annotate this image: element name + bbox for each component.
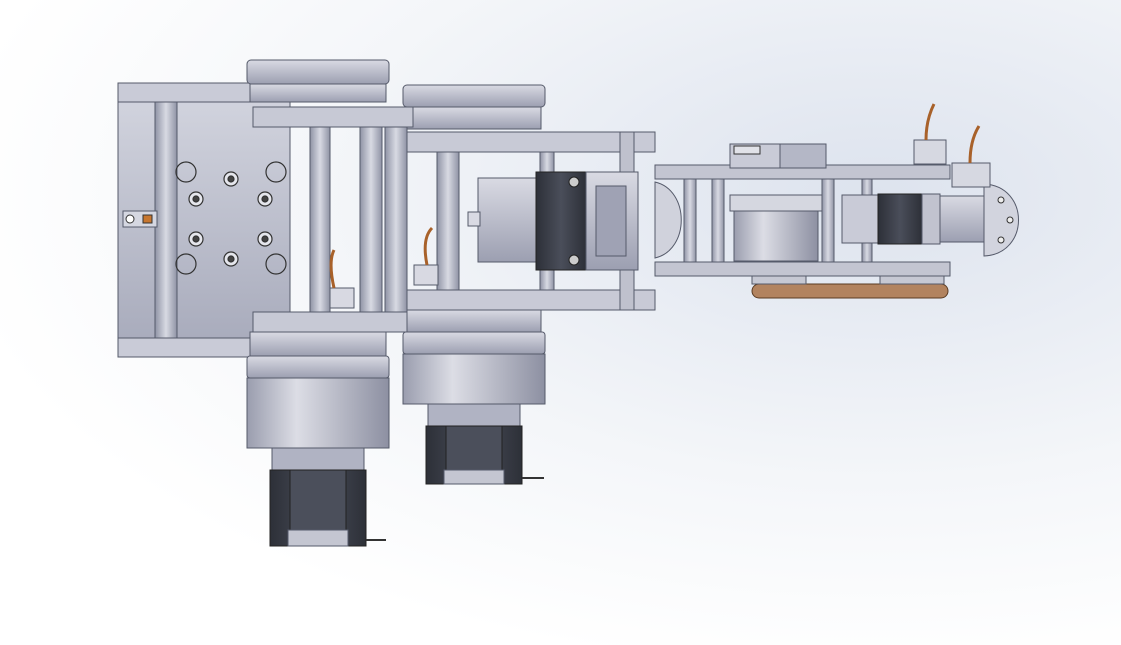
robot-arm-model[interactable] — [0, 0, 1121, 645]
end-effector-flange[interactable] — [983, 183, 1019, 257]
timing-belt[interactable] — [751, 275, 949, 299]
bottom-pulley-right[interactable] — [402, 309, 546, 405]
elbow-motor[interactable] — [467, 171, 682, 271]
stepper-motor-right[interactable] — [425, 403, 544, 485]
top-pulley-left[interactable] — [246, 59, 390, 103]
bottom-pulley-left[interactable] — [246, 331, 390, 449]
stepper-motor-left[interactable] — [269, 447, 386, 547]
wrist-motor[interactable] — [841, 193, 987, 245]
forearm-gearbox[interactable] — [729, 143, 827, 262]
cad-viewport[interactable] — [0, 0, 1121, 645]
top-pulley-right[interactable] — [402, 84, 546, 130]
